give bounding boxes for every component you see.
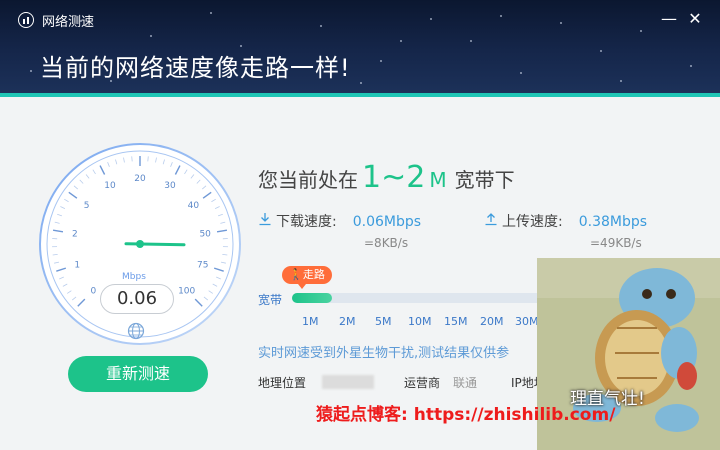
- gauge-scale-label: 1: [74, 260, 80, 270]
- header-star: [380, 60, 382, 62]
- isp-label: 运营商: [404, 376, 441, 390]
- location-value-blurred: [322, 375, 374, 389]
- download-icon: [259, 213, 271, 226]
- bandwidth-tick-label: 20M: [480, 315, 504, 328]
- bandwidth-result: 您当前处在 1~2 M 宽带下: [258, 160, 515, 195]
- speed-gauge: 0 1 2 5 10 20 30 40 50 75 100: [39, 143, 241, 345]
- bandwidth-tick-label: 10M: [408, 315, 432, 328]
- gauge-needle: [124, 242, 186, 247]
- result-suffix: 宽带下: [454, 168, 515, 192]
- header-star: [240, 45, 242, 47]
- header-star: [210, 12, 212, 14]
- app-title: 网络测速: [42, 15, 95, 30]
- gauge-scale-label: 10: [104, 181, 116, 191]
- gauge-scale-label: 2: [72, 230, 78, 240]
- blog-watermark: 猿起点博客: https://zhishilib.com/: [316, 405, 616, 425]
- header-star: [690, 65, 692, 67]
- gauge-scale-label: 40: [188, 201, 200, 211]
- header-star: [520, 72, 522, 74]
- isp-value: 联通: [453, 376, 478, 390]
- download-label: 下载速度:: [276, 214, 337, 230]
- download-value: 0.06Mbps: [352, 214, 422, 230]
- download-kbps: =8KB/s: [364, 236, 409, 250]
- bandwidth-tick-label: 1M: [302, 315, 319, 328]
- bandwidth-tick-label: 15M: [444, 315, 468, 328]
- page-headline: 当前的网络速度像走路一样!: [40, 54, 351, 82]
- download-speed: 下载速度: 0.06Mbps: [276, 211, 421, 231]
- gauge-value-readout: 0.06: [100, 284, 174, 314]
- walking-person-icon: 🚶: [289, 268, 303, 281]
- gauge-scale-label: 50: [199, 230, 211, 240]
- walk-tag-label: 走路: [302, 268, 325, 281]
- close-button[interactable]: ✕: [686, 10, 704, 28]
- upload-value: 0.38Mbps: [578, 214, 648, 230]
- header-star: [470, 40, 472, 42]
- interference-notice: 实时网速受到外星生物干扰,测试结果仅供参: [258, 346, 510, 361]
- bandwidth-fill: [292, 293, 332, 303]
- retest-button[interactable]: 重新测速: [68, 356, 208, 392]
- header-star: [30, 70, 32, 72]
- upload-label: 上传速度:: [502, 214, 563, 230]
- walk-tag: 🚶走路: [282, 266, 332, 289]
- header-star: [600, 50, 602, 52]
- result-range: 1~2: [362, 160, 426, 195]
- header-star: [400, 40, 402, 42]
- gauge-unit-label: Mbps: [122, 272, 146, 282]
- gauge-scale-label: 30: [164, 181, 176, 191]
- bandwidth-tick-label: 2M: [339, 315, 356, 328]
- header-star: [560, 22, 562, 24]
- result-unit: M: [429, 168, 447, 192]
- result-prefix: 您当前处在: [258, 168, 358, 192]
- bandwidth-tick-label: 5M: [375, 315, 392, 328]
- header-star: [360, 82, 362, 84]
- speedtest-logo-icon: [18, 12, 34, 28]
- header-star: [620, 80, 622, 82]
- header-star: [150, 35, 152, 37]
- globe-icon: [127, 322, 145, 340]
- gauge-scale-label: 20: [134, 174, 146, 184]
- header-star: [640, 30, 642, 32]
- header-star: [430, 18, 432, 20]
- header-star: [500, 15, 502, 17]
- gauge-scale-label: 100: [178, 287, 195, 297]
- broadband-label: 宽带: [258, 293, 283, 307]
- gauge-hub: [136, 240, 144, 248]
- bandwidth-tick-label: 30M: [515, 315, 539, 328]
- gauge-scale-label: 5: [84, 201, 90, 211]
- bandwidth-track: [292, 293, 542, 303]
- gauge-scale-label: 75: [197, 260, 208, 270]
- minimize-button[interactable]: —: [660, 10, 678, 28]
- header-star: [320, 25, 322, 27]
- gauge-scale-label: 0: [90, 287, 96, 297]
- upload-icon: [485, 213, 497, 226]
- upload-speed: 上传速度: 0.38Mbps: [502, 211, 647, 231]
- header-accent-strip: [0, 93, 720, 97]
- upload-kbps: =49KB/s: [590, 236, 642, 250]
- location-label: 地理位置: [258, 376, 307, 390]
